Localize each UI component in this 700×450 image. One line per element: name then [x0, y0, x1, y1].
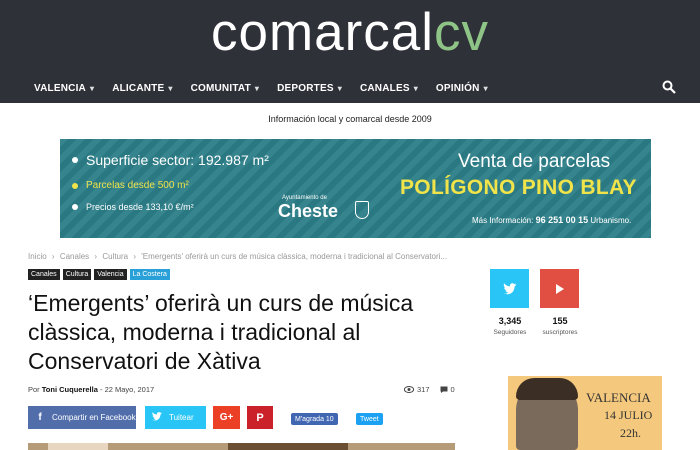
ad-photo-detail [516, 378, 578, 400]
comment-icon [440, 386, 448, 393]
bullet-icon [72, 157, 78, 163]
nav-item-comunitat[interactable]: COMUNITAT ▾ [191, 78, 260, 98]
nav-item-alicante[interactable]: ALICANTE ▾ [112, 78, 172, 98]
banner-info-label: Más Información: [472, 216, 534, 225]
logo-text-accent: cv [434, 3, 489, 62]
banner-line-3: Precios desde 133,10 €/m² [72, 202, 194, 212]
chevron-down-icon: ▾ [89, 83, 95, 93]
nav-item-label: ALICANTE [112, 82, 165, 94]
byline-prefix: Por [28, 385, 40, 394]
chevron-down-icon: ▾ [254, 83, 260, 93]
breadcrumb-current: 'Emergents' oferirà un curs de música cl… [141, 252, 448, 261]
youtube-subscriber-label: suscriptores [542, 329, 578, 336]
chevron-down-icon: ▾ [483, 83, 488, 93]
nav-item-label: COMUNITAT [190, 82, 251, 94]
nav-item-deportes[interactable]: DEPORTES ▾ [277, 78, 342, 98]
nav-item-label: CANALES [359, 82, 410, 94]
banner-headline-1: Venta de parcelas [458, 151, 611, 172]
eye-icon [404, 386, 414, 393]
search-icon[interactable] [662, 80, 676, 94]
banner-town: Cheste [278, 201, 339, 221]
article-meta: Por Toni Cuquerella - 22 Mayo, 2017 [28, 385, 154, 394]
googleplus-icon: G+ [219, 412, 234, 423]
youtube-subscribe-button[interactable] [540, 269, 579, 308]
banner-line-1: Superficie sector: 192.987 m² [72, 152, 269, 168]
banner-line-1-text: Superficie sector: 192.987 m² [86, 152, 269, 168]
sidebar-ad[interactable]: VALENCIA 14 JULIO 22h. [508, 376, 662, 450]
share-facebook-label: Compartir en Facebook [52, 413, 136, 422]
article-image [28, 443, 455, 450]
meta-separator: - [99, 385, 103, 394]
share-pinterest-button[interactable]: P [247, 406, 273, 429]
facebook-icon: f [38, 412, 42, 423]
banner-info-phone: 96 251 00 15 [535, 215, 589, 225]
nav-item-canales[interactable]: CANALES ▾ [360, 78, 418, 98]
tweet-label: Tweet [360, 415, 379, 423]
category-tags: Canales Cultura Valencia La Costera [28, 269, 170, 280]
category-tag[interactable]: Cultura [62, 269, 92, 280]
play-icon [555, 283, 564, 294]
site-header: comarcalcv VALENCIA ▾ ALICANTE ▾ COMUNITAT… [0, 0, 700, 103]
category-tag[interactable]: Valencia [94, 269, 127, 280]
main-nav: VALENCIA ▾ ALICANTE ▾ COMUNITAT ▾ DEPORTES ▾… [34, 78, 506, 98]
chevron-down-icon: ▾ [337, 83, 342, 93]
tweet-button[interactable]: Tweet [356, 413, 383, 425]
article-image-detail [228, 443, 348, 450]
banner-info-suffix: Urbanismo. [590, 216, 632, 225]
banner-line-2-text: Parcelas desde 500 m² [86, 180, 189, 191]
banner-info: Más Información: 96 251 00 15 Urbanismo. [472, 215, 631, 225]
nav-item-opinion[interactable]: OPINIÓN ▾ [436, 78, 488, 98]
category-tag[interactable]: Canales [28, 269, 60, 280]
chevron-down-icon: ▾ [168, 83, 173, 93]
nav-item-label: VALENCIA [34, 82, 86, 94]
views-count: 317 [417, 385, 430, 394]
article-date: 22 Mayo, 2017 [104, 385, 155, 394]
ad-time: 22h. [620, 426, 641, 440]
breadcrumb-inicio[interactable]: Inicio [28, 252, 47, 261]
breadcrumb-separator: › [51, 252, 55, 261]
ad-city: VALENCIA [586, 390, 651, 405]
breadcrumb-separator: › [94, 252, 98, 261]
site-tagline: Información local y comarcal desde 2009 [268, 114, 432, 124]
nav-item-label: OPINIÓN [435, 82, 480, 94]
category-tag[interactable]: La Costera [129, 269, 170, 280]
ad-date: 14 JULIO [604, 408, 653, 422]
banner-headline-2: POLÍGONO PINO BLAY [400, 176, 637, 199]
share-googleplus-button[interactable]: G+ [213, 406, 240, 429]
nav-item-label: DEPORTES [277, 82, 334, 94]
share-twitter-label: Tuitear [169, 413, 194, 422]
banner-ad[interactable]: Superficie sector: 192.987 m² Parcelas d… [60, 139, 651, 238]
twitter-follow-button[interactable] [490, 269, 529, 308]
crest-icon [355, 201, 369, 219]
twitter-icon [145, 411, 169, 424]
comments-stat[interactable]: 0 [440, 385, 455, 394]
banner-line-2: Parcelas desde 500 m² [72, 180, 189, 191]
banner-line-3-text: Precios desde 133,10 €/m² [86, 202, 194, 212]
site-logo[interactable]: comarcalcv [0, 0, 700, 66]
article-title: ‘Emergents’ oferirà un curs de música cl… [28, 290, 414, 374]
article-stats: 317 0 [404, 385, 455, 394]
pinterest-icon: P [256, 411, 264, 424]
share-twitter-button[interactable]: Tuitear [145, 406, 206, 429]
facebook-like-button[interactable]: M'agrada 10 [291, 413, 338, 425]
breadcrumb-cultura[interactable]: Cultura [102, 252, 128, 261]
article-image-detail [48, 443, 108, 450]
author-link[interactable]: Toni Cuquerella [42, 385, 98, 394]
twitter-icon [502, 282, 517, 294]
like-label: M'agrada 10 [295, 415, 334, 423]
share-facebook-button[interactable]: f Compartir en Facebook [28, 406, 136, 429]
nav-item-valencia[interactable]: VALENCIA ▾ [34, 78, 94, 98]
breadcrumb: Inicio › Canales › Cultura › 'Emergents'… [28, 252, 450, 261]
breadcrumb-separator: › [133, 252, 137, 261]
bullet-icon [72, 204, 78, 210]
bullet-icon [72, 182, 78, 189]
views-stat: 317 [404, 385, 430, 394]
logo-text-main: comarcal [210, 3, 434, 62]
youtube-subscriber-count: 155 [552, 316, 568, 326]
breadcrumb-canales[interactable]: Canales [60, 252, 89, 261]
chevron-down-icon: ▾ [413, 83, 418, 93]
comments-count: 0 [450, 385, 455, 394]
